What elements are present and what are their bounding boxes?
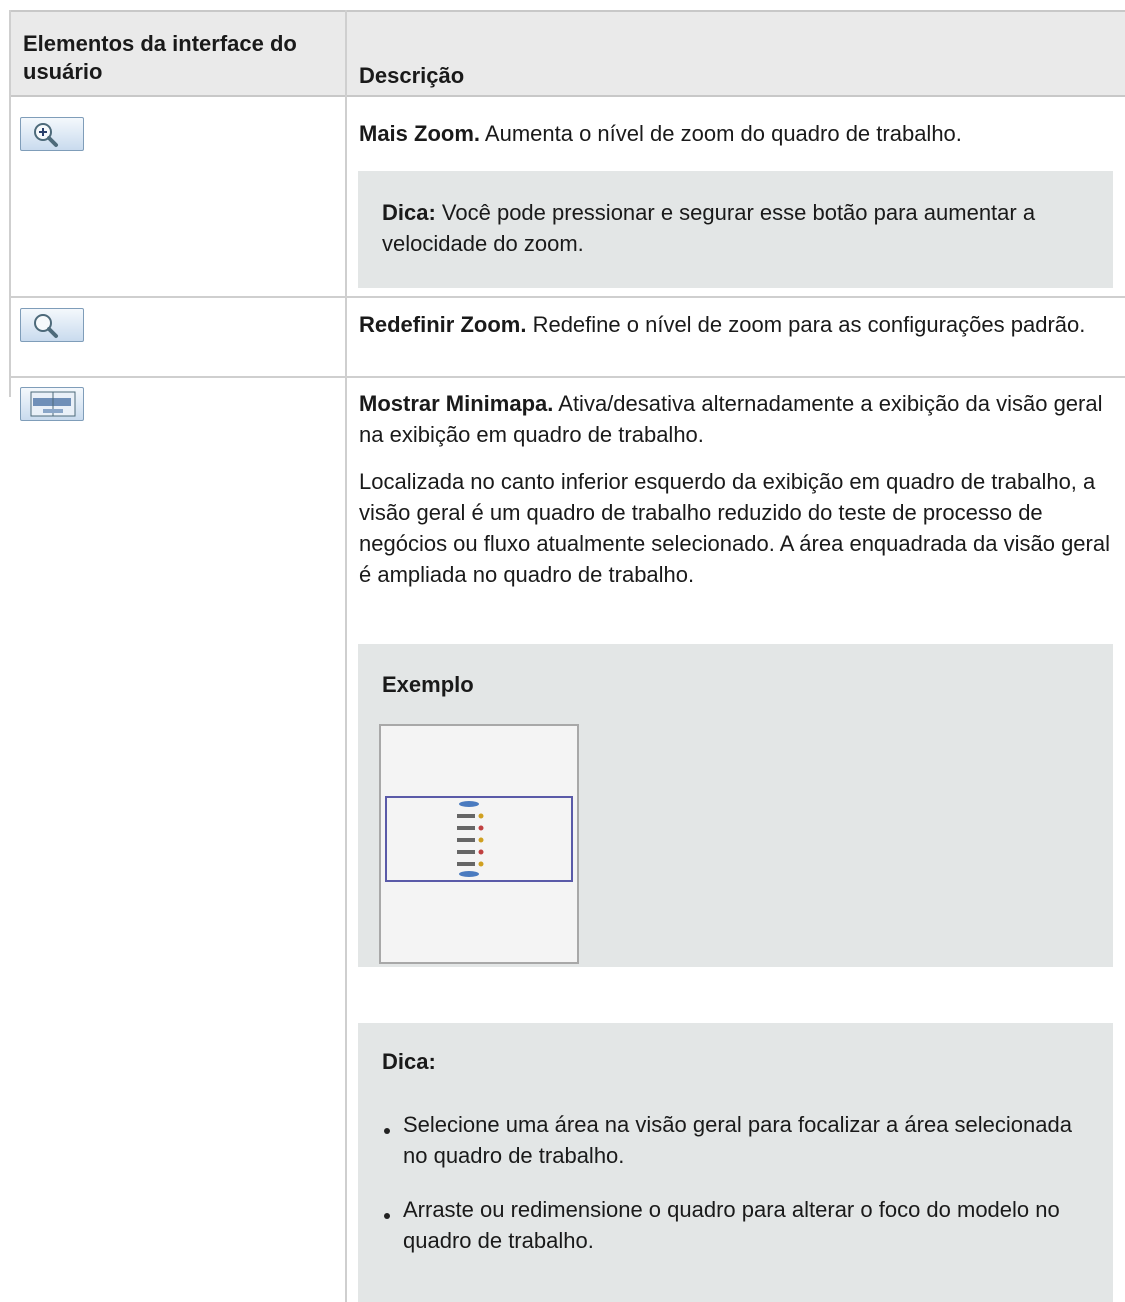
minimap-example-image <box>379 724 579 964</box>
row-divider <box>9 296 1125 298</box>
row-reset-zoom-title: Redefinir Zoom. <box>359 312 527 337</box>
reset-zoom-icon <box>34 314 58 338</box>
tip-label: Dica: <box>382 200 436 225</box>
header-col-ui-elements: Elementos da interface do usuário <box>23 31 297 84</box>
zoom-in-button[interactable] <box>20 117 84 151</box>
row-zoom-in-text: Aumenta o nível de zoom do quadro de tra… <box>480 121 962 146</box>
tips-box: Dica: Selecione uma área na visão geral … <box>358 1023 1113 1302</box>
example-heading: Exemplo <box>382 672 474 697</box>
reset-zoom-button[interactable] <box>20 308 84 342</box>
tips-heading: Dica: <box>382 1049 436 1074</box>
tip-body: Você pode pressionar e segurar esse botã… <box>382 200 1036 256</box>
row-divider <box>9 376 1125 378</box>
row-reset-zoom-description: Redefinir Zoom. Redefine o nível de zoom… <box>359 309 1119 340</box>
minimap-flow-icon <box>457 801 484 877</box>
table-left-border <box>9 10 11 397</box>
row-reset-zoom-text: Redefine o nível de zoom para as configu… <box>526 312 1086 337</box>
ui-elements-table: Elementos da interface do usuário Descri… <box>9 10 1125 1302</box>
example-box: Exemplo <box>358 644 1113 967</box>
minimap-paragraph: Localizada no canto inferior esquerdo da… <box>359 469 1110 587</box>
column-divider <box>345 10 347 1302</box>
header-col-description: Descrição <box>359 63 465 88</box>
row-minimap-description: Mostrar Minimapa. Ativa/desativa alterna… <box>359 388 1119 450</box>
bullet-icon <box>384 1213 390 1219</box>
minimap-icon <box>30 391 76 417</box>
tip-box: Dica: Você pode pressionar e segurar ess… <box>358 171 1113 288</box>
table-header: Elementos da interface do usuário Descri… <box>9 10 1125 97</box>
bullet-icon <box>384 1128 390 1134</box>
tip-item: Arraste ou redimensione o quadro para al… <box>403 1197 1060 1253</box>
row-minimap-title: Mostrar Minimapa. <box>359 391 554 416</box>
row-zoom-in-description: Mais Zoom. Aumenta o nível de zoom do qu… <box>359 118 1119 149</box>
tip-text: Dica: Você pode pressionar e segurar ess… <box>382 197 1082 259</box>
zoom-in-icon <box>34 123 58 147</box>
row-zoom-in-title: Mais Zoom. <box>359 121 481 146</box>
tip-item: Selecione uma área na visão geral para f… <box>403 1112 1072 1168</box>
show-minimap-button[interactable] <box>20 387 84 421</box>
